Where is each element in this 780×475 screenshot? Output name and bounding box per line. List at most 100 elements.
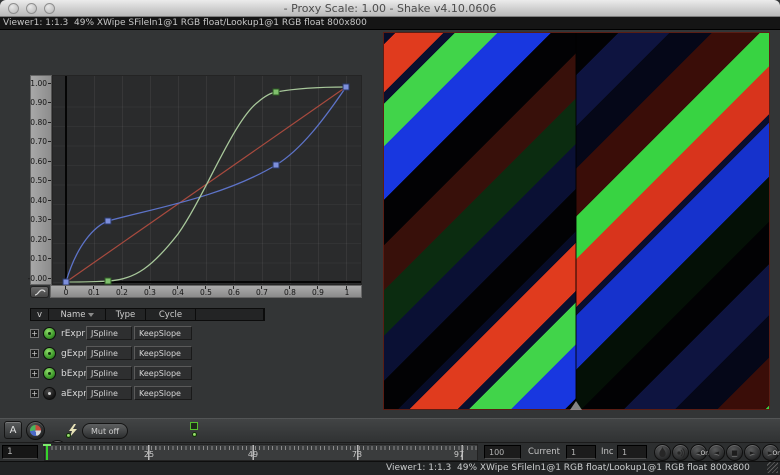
channel-select-button[interactable]: A [4, 421, 22, 439]
y-tick-label: 0.80 [27, 118, 47, 127]
param-name: rExpr [61, 329, 85, 339]
ruler-label: 49 [243, 450, 263, 459]
table-row-bexpr: + bExpr JSpline KeepSlope [30, 366, 265, 381]
mute-button[interactable]: Mut off [82, 423, 128, 439]
x-tick-label: 0.8 [279, 288, 301, 297]
cycle-dropdown[interactable]: KeepSlope [134, 366, 192, 380]
update-mode-indicator[interactable] [68, 422, 78, 441]
y-tick-label: 0.40 [27, 196, 47, 205]
viewer-info-text: Viewer1: 1:1.3 49% XWipe SFileIn1@1 RGB … [3, 18, 367, 28]
expand-toggle[interactable]: + [30, 329, 39, 338]
stop-button[interactable]: ■ [726, 444, 743, 461]
title-bar: - Proxy Scale: 1.00 - Shake v4.10.0606 [0, 0, 780, 17]
proxy-square-icon [190, 422, 198, 430]
x-tick-label: 0.4 [167, 288, 189, 297]
realtime-playback-button[interactable] [672, 444, 689, 461]
channel-visibility-toggle[interactable] [43, 327, 56, 340]
green-control-point[interactable] [105, 278, 111, 284]
expand-toggle[interactable]: + [30, 349, 39, 358]
header-cycle[interactable]: Cycle [146, 309, 196, 320]
y-tick-label: 0.70 [27, 137, 47, 146]
y-tick-label: 0.60 [27, 157, 47, 166]
table-row-rexpr: + rExpr JSpline KeepSlope [30, 326, 265, 341]
y-tick-label: 0.30 [27, 215, 47, 224]
cycle-dropdown[interactable]: KeepSlope [134, 386, 192, 400]
blue-control-point[interactable] [105, 218, 111, 224]
x-tick-label: 0.3 [139, 288, 161, 297]
curve-editor-plot[interactable] [52, 75, 362, 285]
timeline-bar: 1 25 49 73 97 100 Current 1 Inc 1 [0, 442, 780, 461]
table-row-aexpr: + aExpr JSpline KeepSlope [30, 386, 265, 401]
y-tick-label: -0.00 [27, 274, 47, 283]
y-tick-label: 1.00 [27, 79, 47, 88]
inc-input[interactable]: 1 [617, 445, 647, 459]
wipe-right-image [576, 33, 769, 409]
current-frame-label: Current [528, 447, 560, 457]
header-visibility[interactable]: v [31, 309, 49, 320]
play-forward-button[interactable]: ► [744, 444, 761, 461]
wipe-handle[interactable] [570, 401, 582, 410]
viewer-image-area[interactable] [383, 32, 770, 410]
ruler-label: 97 [449, 450, 469, 459]
curve-params-table: v Name Type Cycle + rExpr JSpline KeepSl… [30, 308, 265, 401]
x-tick-label: 0.6 [223, 288, 245, 297]
update-indicator-dot [66, 433, 71, 438]
blue-control-point[interactable] [273, 162, 279, 168]
window-title: - Proxy Scale: 1.00 - Shake v4.10.0606 [0, 2, 780, 15]
green-control-point[interactable] [273, 89, 279, 95]
start-frame-input[interactable]: 1 [2, 445, 38, 459]
expand-toggle[interactable]: + [30, 369, 39, 378]
channel-visibility-toggle[interactable] [43, 387, 56, 400]
wipe-left-image [384, 33, 576, 409]
on-badge: On [772, 446, 780, 462]
cycle-dropdown[interactable]: KeepSlope [134, 346, 192, 360]
x-tick-label: 1 [336, 288, 358, 297]
y-tick-label: 0.10 [27, 254, 47, 263]
header-name[interactable]: Name [49, 309, 106, 320]
type-dropdown[interactable]: JSpline [86, 346, 132, 360]
current-frame-input[interactable]: 1 [566, 445, 596, 459]
x-tick-label: 0.7 [251, 288, 273, 297]
play-forward-key-button[interactable]: ► On [762, 444, 779, 461]
end-frame-input[interactable]: 100 [484, 445, 521, 459]
flame-icon [658, 447, 667, 458]
expand-toggle[interactable]: + [30, 389, 39, 398]
param-name: gExpr [61, 349, 87, 359]
x-tick-label: 0 [55, 288, 77, 297]
shake-window: - Proxy Scale: 1.00 - Shake v4.10.0606 V… [0, 0, 780, 475]
channel-visibility-toggle[interactable] [43, 347, 56, 360]
curve-editor-y-ruler[interactable]: 1.00 0.90 0.80 0.70 0.60 0.50 0.40 0.30 … [30, 75, 52, 285]
timeline-ruler[interactable]: 25 49 73 97 [44, 444, 478, 461]
status-bar: Viewer1: 1:1.3 49% XWipe SFileIn1@1 RGB … [0, 461, 780, 475]
timeline-playhead[interactable] [46, 444, 48, 460]
channel-visibility-toggle[interactable] [43, 367, 56, 380]
x-tick-label: 0.1 [83, 288, 105, 297]
curve-editor-x-ruler[interactable]: 0 0.1 0.2 0.3 0.4 0.5 0.6 0.7 0.8 0.9 1 [50, 285, 362, 298]
header-type[interactable]: Type [106, 309, 146, 320]
ruler-label: 73 [347, 450, 367, 459]
type-dropdown[interactable]: JSpline [86, 366, 132, 380]
wipe-split-line[interactable] [575, 33, 577, 409]
header-filler [196, 309, 264, 320]
play-backward-key-button[interactable]: ◄ On [690, 444, 707, 461]
blue-control-point[interactable] [343, 84, 349, 90]
status-text: Viewer1: 1:1.3 49% XWipe SFileIn1@1 RGB … [386, 463, 750, 473]
y-tick-label: 0.50 [27, 176, 47, 185]
inc-label: Inc [601, 447, 614, 457]
type-dropdown[interactable]: JSpline [86, 386, 132, 400]
x-tick-label: 0.2 [111, 288, 133, 297]
proxy-indicator[interactable] [190, 422, 198, 437]
param-name: bExpr [61, 369, 87, 379]
color-wheel-button[interactable] [26, 421, 45, 440]
spline-mode-button[interactable] [30, 286, 49, 298]
y-tick-label: 0.90 [27, 98, 47, 107]
param-name: aExpr [61, 389, 87, 399]
viewer-toolbar: A U Mut off [0, 418, 780, 442]
cycle-dropdown[interactable]: KeepSlope [134, 326, 192, 340]
viewer-info-bar: Viewer1: 1:1.3 49% XWipe SFileIn1@1 RGB … [0, 17, 780, 30]
play-backward-button[interactable]: ◄ [708, 444, 725, 461]
flipbook-render-button[interactable] [654, 444, 671, 461]
resize-grip[interactable] [767, 462, 778, 473]
ruler-label: 25 [139, 450, 159, 459]
type-dropdown[interactable]: JSpline [86, 326, 132, 340]
